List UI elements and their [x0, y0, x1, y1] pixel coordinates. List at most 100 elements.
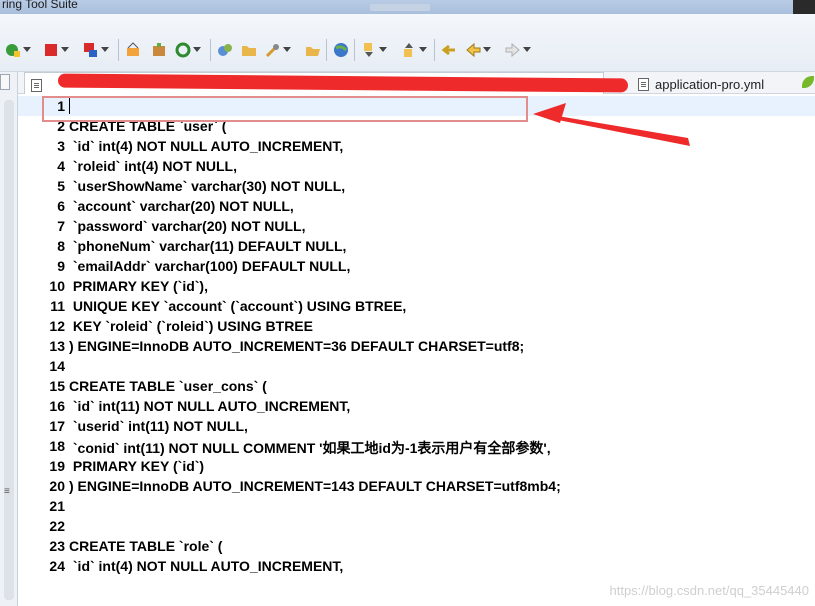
line-number: 16: [49, 398, 65, 414]
run-icon[interactable]: [216, 41, 234, 59]
tools-icon[interactable]: [264, 41, 291, 59]
line-number: 21: [49, 498, 65, 514]
toolbar-separator: [326, 39, 327, 61]
toolbar-separator: [210, 39, 211, 61]
last-edit-icon[interactable]: [440, 41, 458, 59]
line-number: 11: [50, 298, 65, 314]
active-tab-content: [31, 75, 48, 95]
document-icon: [31, 78, 42, 92]
code-line[interactable]: 17 `userid` int(11) NOT NULL,: [18, 416, 815, 436]
left-scrollbar[interactable]: [4, 100, 14, 600]
new-icon[interactable]: [4, 41, 31, 59]
line-number: 19: [49, 458, 65, 474]
code-line[interactable]: 13) ENGINE=InnoDB AUTO_INCREMENT=36 DEFA…: [18, 336, 815, 356]
code-line[interactable]: 11 UNIQUE KEY `account` (`account`) USIN…: [18, 296, 815, 316]
line-number: 8: [57, 238, 65, 254]
line-number: 14: [49, 358, 65, 374]
line-number: 7: [57, 218, 65, 234]
debug-icon[interactable]: [82, 41, 109, 59]
toolbar-separator: [434, 39, 435, 61]
line-number: 20: [49, 478, 65, 494]
title-bar-dark-region: [793, 0, 815, 14]
folder-icon[interactable]: [240, 41, 258, 59]
annotation-highlight-box: [42, 96, 528, 122]
main-toolbar: [0, 14, 815, 72]
line-number: 4: [57, 158, 65, 174]
code-line[interactable]: 15 CREATE TABLE `user_cons` (: [18, 376, 815, 396]
refresh-icon[interactable]: [174, 41, 201, 59]
code-line[interactable]: 12 KEY `roleid` (`roleid`) USING BTREE: [18, 316, 815, 336]
code-text: `userid` int(11) NOT NULL,: [69, 418, 248, 434]
code-line[interactable]: 21: [18, 496, 815, 516]
code-line[interactable]: 14: [18, 356, 815, 376]
line-number: 22: [49, 518, 65, 534]
line-number: 18: [49, 438, 65, 454]
line-number: 10: [49, 278, 65, 294]
open-folder-icon[interactable]: [304, 41, 322, 59]
title-bar: ring Tool Suite: [0, 0, 815, 14]
code-line[interactable]: 19 PRIMARY KEY (`id`): [18, 456, 815, 476]
code-line[interactable]: 18 `conid` int(11) NOT NULL COMMENT '如果工…: [18, 436, 815, 456]
code-line[interactable]: 20) ENGINE=InnoDB AUTO_INCREMENT=143 DEF…: [18, 476, 815, 496]
line-number: 3: [57, 138, 65, 154]
line-number: 15: [49, 378, 65, 394]
stop-icon[interactable]: [42, 41, 69, 59]
package-icon[interactable]: [150, 41, 168, 59]
code-text: `conid` int(11) NOT NULL COMMENT '如果工地id…: [69, 440, 551, 456]
code-line[interactable]: 4 `roleid` int(4) NOT NULL,: [18, 156, 815, 176]
title-bar-blur: [370, 4, 430, 11]
code-text: `account` varchar(20) NOT NULL,: [69, 198, 294, 214]
document-icon: [638, 77, 649, 91]
tab-application-pro-yml[interactable]: application-pro.yml: [638, 74, 764, 94]
sql-editor[interactable]: 1 2 CREATE TABLE `user` (3 `id` int(4) NOT…: [18, 94, 815, 606]
code-line[interactable]: 9 `emailAddr` varchar(100) DEFAULT NULL,: [18, 256, 815, 276]
line-number: 23: [49, 538, 65, 554]
code-line[interactable]: 22: [18, 516, 815, 536]
code-text: ) ENGINE=InnoDB AUTO_INCREMENT=36 DEFAUL…: [69, 338, 525, 354]
code-line[interactable]: 10 PRIMARY KEY (`id`),: [18, 276, 815, 296]
code-line[interactable]: 23 CREATE TABLE `role` (: [18, 536, 815, 556]
code-line[interactable]: 3 `id` int(4) NOT NULL AUTO_INCREMENT,: [18, 136, 815, 156]
code-line[interactable]: 7 `password` varchar(20) NOT NULL,: [18, 216, 815, 236]
code-text: `phoneNum` varchar(11) DEFAULT NULL,: [69, 238, 347, 254]
left-panel-strip: ≡: [0, 72, 18, 606]
window-title: ring Tool Suite: [2, 0, 78, 11]
scroll-marker: ≡: [4, 486, 10, 497]
toolbar-separator: [118, 39, 119, 61]
back-icon[interactable]: [464, 41, 491, 59]
watermark-text: https://blog.csdn.net/qq_35445440: [609, 583, 810, 598]
code-line[interactable]: 5 `userShowName` varchar(30) NOT NULL,: [18, 176, 815, 196]
prev-annotation-icon[interactable]: [400, 41, 427, 59]
editor-tab-bar: application-pro.yml: [18, 72, 815, 94]
build-icon[interactable]: [124, 41, 142, 59]
line-number: 9: [57, 258, 65, 274]
minimized-view-tab[interactable]: [0, 74, 10, 90]
line-number: 13: [49, 338, 65, 354]
code-text: `emailAddr` varchar(100) DEFAULT NULL,: [69, 258, 351, 274]
code-text: `userShowName` varchar(30) NOT NULL,: [69, 178, 346, 194]
line-number: 17: [49, 418, 65, 434]
line-number: 6: [57, 198, 65, 214]
code-text: CREATE TABLE `role` (: [69, 538, 223, 554]
code-text: `id` int(4) NOT NULL AUTO_INCREMENT,: [69, 138, 344, 154]
toolbar-separator: [354, 39, 355, 61]
code-text: ) ENGINE=InnoDB AUTO_INCREMENT=143 DEFAU…: [69, 478, 561, 494]
code-text: `id` int(4) NOT NULL AUTO_INCREMENT,: [69, 558, 344, 574]
code-text: PRIMARY KEY (`id`): [69, 458, 205, 474]
code-line[interactable]: 24 `id` int(4) NOT NULL AUTO_INCREMENT,: [18, 556, 815, 576]
code-line[interactable]: 16 `id` int(11) NOT NULL AUTO_INCREMENT,: [18, 396, 815, 416]
code-text: `password` varchar(20) NOT NULL,: [69, 218, 306, 234]
globe-icon[interactable]: [332, 41, 350, 59]
code-line[interactable]: 8 `phoneNum` varchar(11) DEFAULT NULL,: [18, 236, 815, 256]
next-annotation-icon[interactable]: [360, 41, 387, 59]
forward-icon[interactable]: [504, 41, 531, 59]
code-line[interactable]: 6 `account` varchar(20) NOT NULL,: [18, 196, 815, 216]
line-number: 5: [57, 178, 65, 194]
code-text: KEY `roleid` (`roleid`) USING BTREE: [69, 318, 313, 334]
line-number: 12: [49, 318, 65, 334]
code-text: UNIQUE KEY `account` (`account`) USING B…: [69, 298, 407, 314]
code-text: PRIMARY KEY (`id`),: [69, 278, 208, 294]
code-text: `roleid` int(4) NOT NULL,: [69, 158, 237, 174]
spring-leaf-icon[interactable]: [802, 76, 814, 88]
code-text: CREATE TABLE `user_cons` (: [69, 378, 267, 394]
